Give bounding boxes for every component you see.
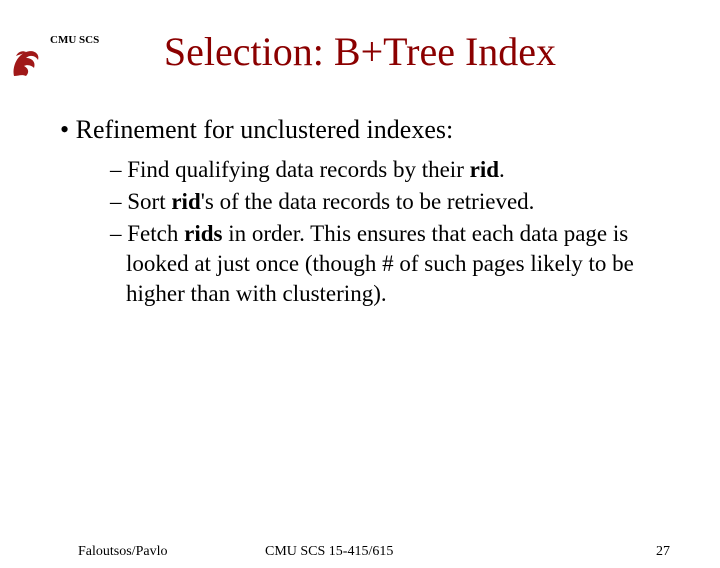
sub-text: – Find qualifying data records by their	[110, 157, 470, 182]
footer-page-number: 27	[656, 544, 670, 560]
sub-item: – Sort rid's of the data records to be r…	[110, 187, 670, 217]
sub-text: 's of the data records to be retrieved.	[201, 189, 535, 214]
cmu-griffin-logo	[8, 46, 44, 82]
bullet-text: Refinement for unclustered indexes:	[76, 115, 454, 144]
content-area: • Refinement for unclustered indexes: – …	[60, 115, 670, 308]
sub-bold: rid	[470, 157, 499, 182]
sub-text: – Fetch	[110, 221, 184, 246]
sub-list: – Find qualifying data records by their …	[110, 155, 670, 308]
slide-title: Selection: B+Tree Index	[0, 28, 720, 75]
sub-item: – Find qualifying data records by their …	[110, 155, 670, 185]
bullet-prefix: •	[60, 115, 76, 144]
sub-bold: rid	[171, 189, 200, 214]
sub-text: – Sort	[110, 189, 171, 214]
footer-course: CMU SCS 15-415/615	[265, 544, 393, 560]
sub-item: – Fetch rids in order. This ensures that…	[110, 219, 670, 309]
sub-text: .	[499, 157, 505, 182]
sub-bold: rids	[184, 221, 222, 246]
main-bullet: • Refinement for unclustered indexes:	[60, 115, 670, 145]
org-label: CMU SCS	[50, 34, 99, 46]
footer-authors: Faloutsos/Pavlo	[78, 544, 167, 560]
